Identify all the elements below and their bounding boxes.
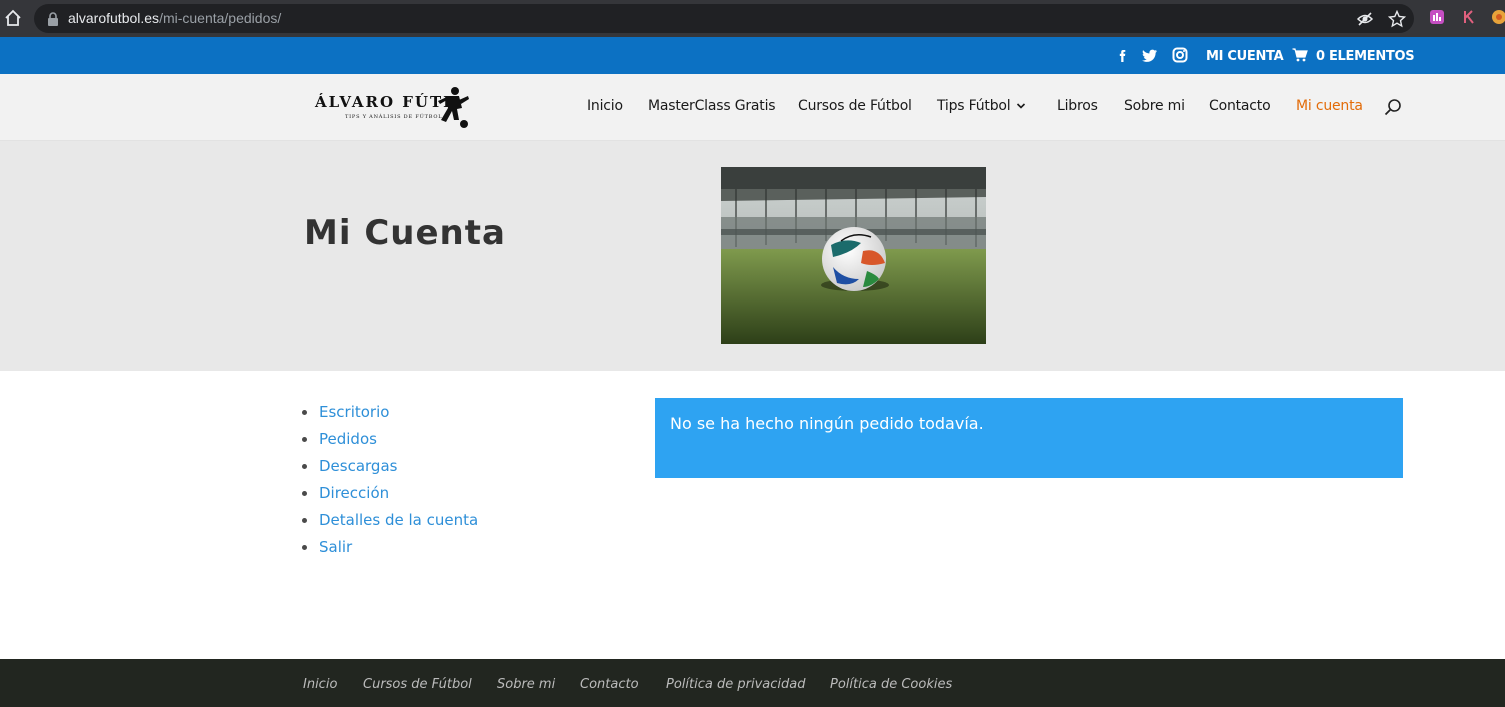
nav-tips-label: Tips Fútbol [937,98,1011,114]
footer-link-privacidad[interactable]: Política de privacidad [666,677,805,692]
nav-contacto[interactable]: Contacto [1209,98,1271,114]
cart-link[interactable]: 0 ELEMENTOS [1292,37,1415,74]
account-nav-item: Descargas [302,456,478,483]
logo-subtitle: TIPS Y ANÁLISIS DE FÚTBOL [345,114,443,120]
url-text[interactable]: alvarofutbol.es/mi-cuenta/pedidos/ [68,10,281,26]
account-nav-item: Pedidos [302,429,478,456]
bullet [302,545,307,550]
bullet [302,518,307,523]
account-nav-pedidos[interactable]: Pedidos [319,430,377,448]
lock-icon[interactable] [46,11,60,27]
url-path: /mi-cuenta/pedidos/ [159,10,282,26]
main-header: ÁLVARO FÚTB TIPS Y ANÁLISIS DE FÚTBOL In… [0,74,1505,141]
nav-cursos[interactable]: Cursos de Fútbol [798,98,912,114]
footer-bar: Inicio Cursos de Fútbol Sobre mi Contact… [0,659,1505,707]
footer-link-sobre-mi[interactable]: Sobre mi [497,677,555,692]
footer-link-cursos[interactable]: Cursos de Fútbol [363,677,472,692]
account-navigation: Escritorio Pedidos Descargas Dirección D… [302,402,478,564]
secondary-header: MI CUENTA 0 ELEMENTOS [0,37,1505,74]
cart-icon [1292,48,1308,62]
page-title: Mi Cuenta [304,213,506,253]
nav-mi-cuenta[interactable]: Mi cuenta [1296,98,1363,114]
browser-toolbar: alvarofutbol.es/mi-cuenta/pedidos/ [0,0,1505,37]
k-extension-icon[interactable] [1461,9,1477,25]
cart-label: 0 ELEMENTOS [1316,49,1415,64]
nav-inicio[interactable]: Inicio [587,98,623,114]
account-nav-item: Escritorio [302,402,478,429]
account-nav-item: Salir [302,537,478,564]
home-icon[interactable] [2,7,24,29]
football-player-icon [438,87,469,128]
account-nav-detalles[interactable]: Detalles de la cuenta [319,511,478,529]
footer-link-inicio[interactable]: Inicio [303,677,337,692]
footer-link-cookies[interactable]: Política de Cookies [830,677,952,692]
nav-tips-futbol[interactable]: Tips Fútbol [937,98,1026,114]
eye-off-icon[interactable] [1356,10,1374,28]
nav-libros[interactable]: Libros [1057,98,1098,114]
url-domain: alvarofutbol.es [68,10,160,26]
info-notice: No se ha hecho ningún pedido todavía. [655,398,1403,478]
twitter-icon[interactable] [1142,47,1158,63]
account-nav-item: Detalles de la cuenta [302,510,478,537]
account-nav-salir[interactable]: Salir [319,538,352,556]
account-nav-direccion[interactable]: Dirección [319,484,389,502]
address-bar[interactable]: alvarofutbol.es/mi-cuenta/pedidos/ [34,4,1414,33]
bullet [302,437,307,442]
extension-icon[interactable] [1429,9,1445,25]
chevron-down-icon [1017,103,1026,109]
notice-text: No se ha hecho ningún pedido todavía. [670,414,984,433]
page-hero: Mi Cuenta [0,141,1505,371]
facebook-icon[interactable] [1114,47,1130,63]
site-logo[interactable]: ÁLVARO FÚTB TIPS Y ANÁLISIS DE FÚTBOL [315,86,471,130]
nav-masterclass[interactable]: MasterClass Gratis [648,98,776,114]
bullet [302,491,307,496]
account-nav-descargas[interactable]: Descargas [319,457,397,475]
stadium-ball-image [721,167,986,344]
account-nav-escritorio[interactable]: Escritorio [319,403,389,421]
star-icon[interactable] [1388,10,1406,28]
bullet [302,410,307,415]
account-nav-item: Dirección [302,483,478,510]
bullet [302,464,307,469]
instagram-icon[interactable] [1172,47,1188,63]
extension-icon[interactable] [1491,9,1505,25]
nav-sobre-mi[interactable]: Sobre mi [1124,98,1185,114]
my-account-link[interactable]: MI CUENTA [1206,49,1284,64]
search-icon[interactable] [1384,98,1402,116]
footer-link-contacto[interactable]: Contacto [580,677,639,692]
